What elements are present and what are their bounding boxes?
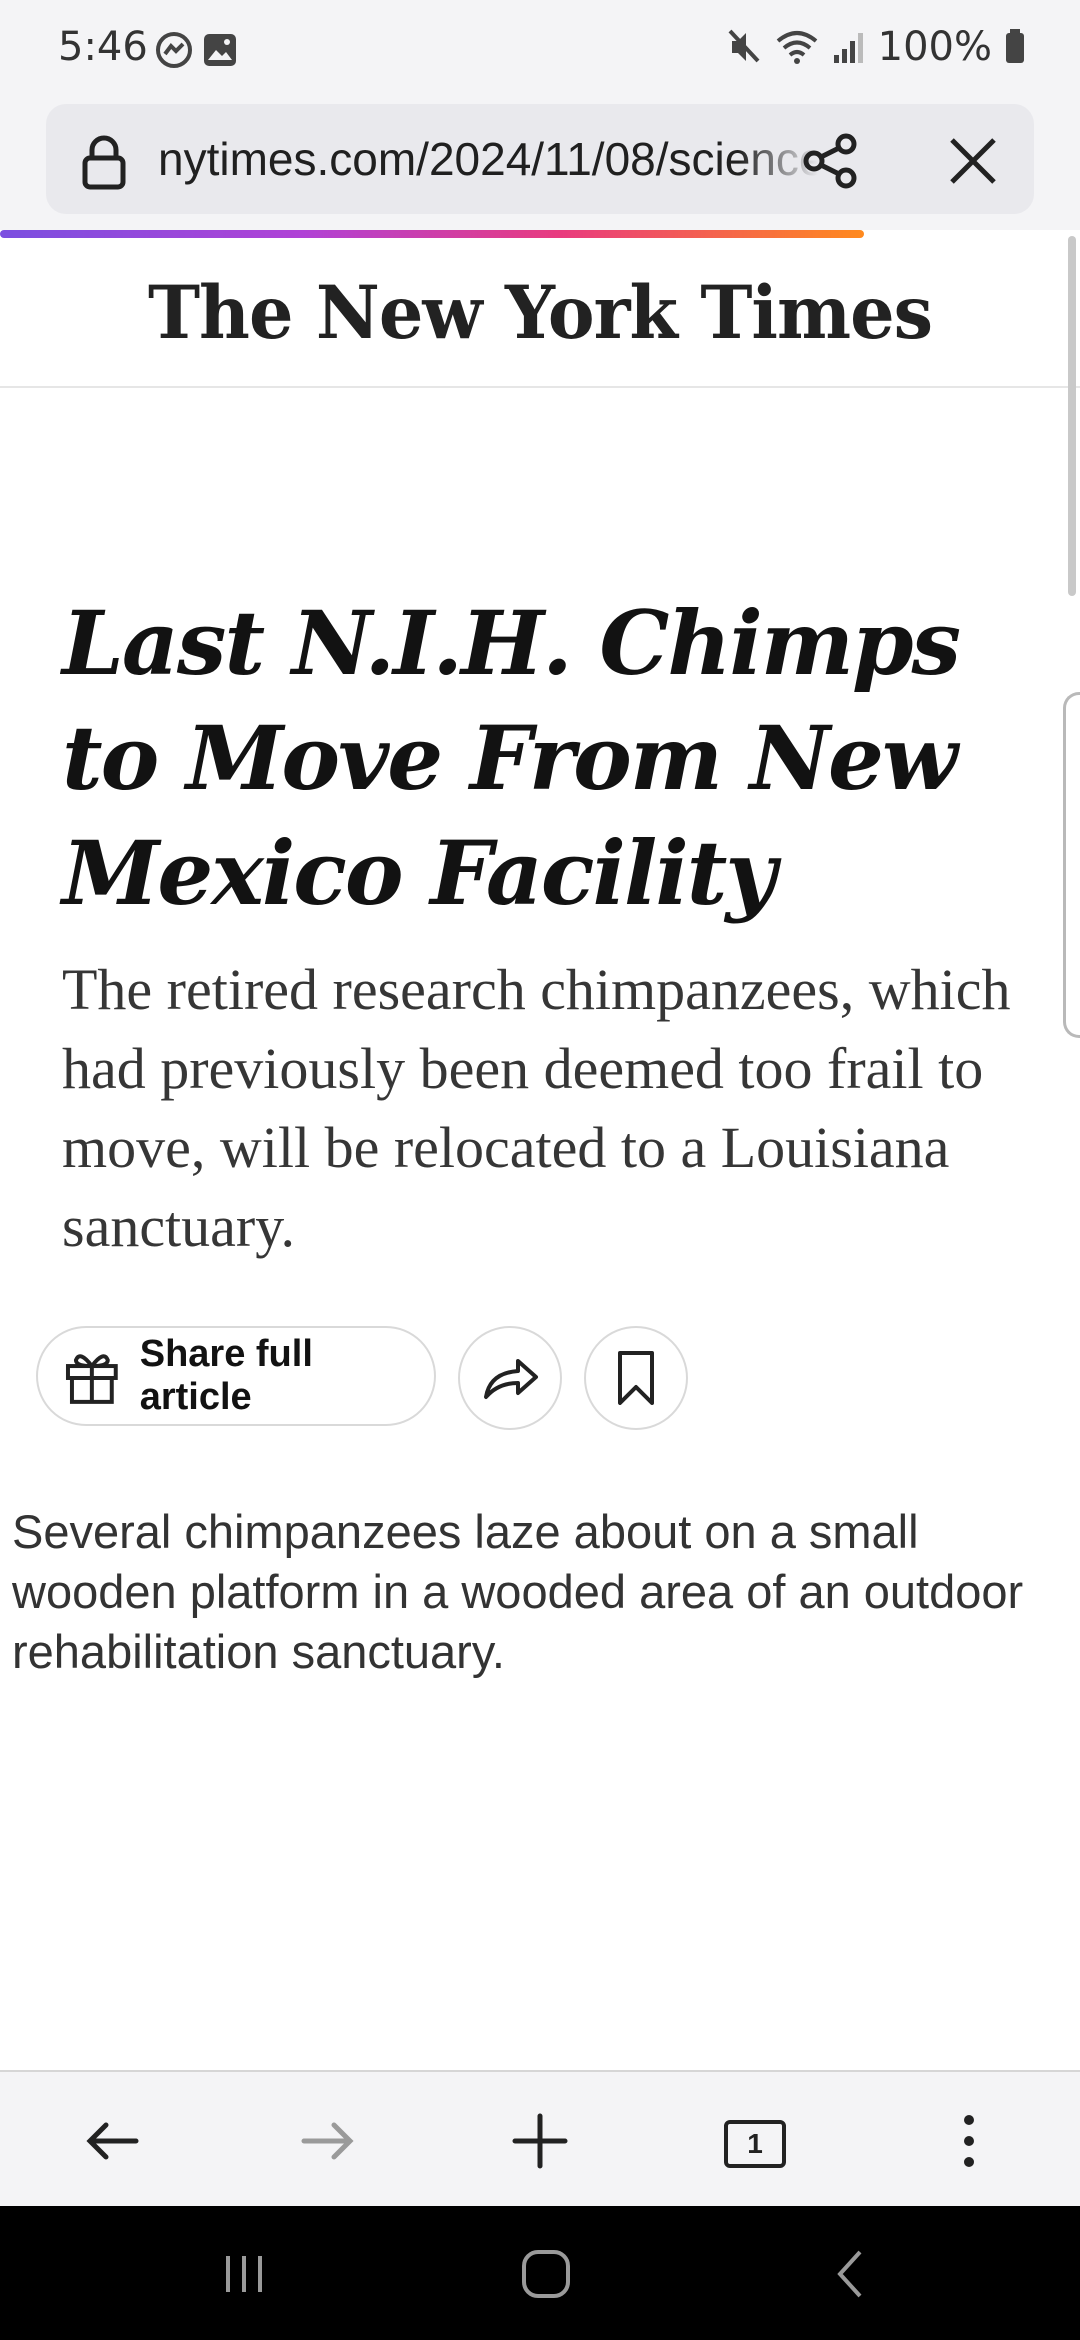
status-bar: 5:46 100% (0, 0, 1080, 100)
status-time: 5:46 (58, 24, 148, 70)
article-actions: Share full article (36, 1326, 688, 1430)
share-icon[interactable] (800, 130, 862, 192)
browser-bottom-toolbar: 1 (0, 2070, 1080, 2208)
messenger-icon (156, 32, 192, 68)
menu-icon[interactable] (934, 2106, 1004, 2176)
scrollbar[interactable] (1068, 236, 1076, 596)
article-headline: Last N.I.H. Chimps to Move From New Mexi… (62, 591, 961, 925)
nyt-logo[interactable]: The New York Times (148, 268, 933, 355)
share-arrow-icon (484, 1359, 538, 1399)
recent-apps-icon[interactable] (214, 2244, 274, 2304)
lock-icon[interactable] (78, 134, 130, 190)
new-tab-icon[interactable] (505, 2106, 575, 2176)
address-bar[interactable]: nytimes.com/2024/11/08/science/nih-chimp… (46, 104, 1034, 214)
page-load-progress (0, 230, 864, 238)
gallery-icon (204, 34, 236, 66)
url-text[interactable]: nytimes.com/2024/11/08/science/nih-chimp… (158, 132, 818, 186)
close-icon[interactable] (942, 130, 1004, 192)
home-icon[interactable] (516, 2244, 576, 2304)
status-right: 100% (726, 24, 1026, 70)
masthead: The New York Times (0, 238, 1080, 388)
image-caption: Several chimpanzees laze about on a smal… (12, 1505, 1024, 1678)
tab-count: 1 (724, 2120, 786, 2168)
save-button[interactable] (584, 1326, 688, 1430)
wifi-icon (776, 31, 817, 64)
battery-icon (1006, 29, 1024, 63)
share-full-article-label: Share full article (139, 1333, 313, 1418)
tabs-button[interactable]: 1 (724, 2120, 794, 2190)
browser-toolbar: nytimes.com/2024/11/08/science/nih-chimp… (0, 100, 1080, 230)
bookmark-icon (618, 1351, 654, 1405)
back-arrow-icon[interactable] (78, 2106, 148, 2176)
battery-level: 100% (877, 24, 992, 70)
gift-icon (65, 1354, 118, 1404)
system-nav-bar (0, 2206, 1080, 2340)
forward-arrow-icon[interactable] (292, 2106, 362, 2176)
edge-panel-handle[interactable] (1063, 692, 1080, 1038)
article-summary: The retired research chimpanzees, which … (62, 957, 1011, 1259)
share-full-article-button[interactable]: Share full article (36, 1326, 436, 1426)
back-nav-icon[interactable] (820, 2244, 880, 2304)
signal-icon (833, 33, 863, 63)
share-button[interactable] (458, 1326, 562, 1430)
mute-icon (728, 29, 760, 63)
